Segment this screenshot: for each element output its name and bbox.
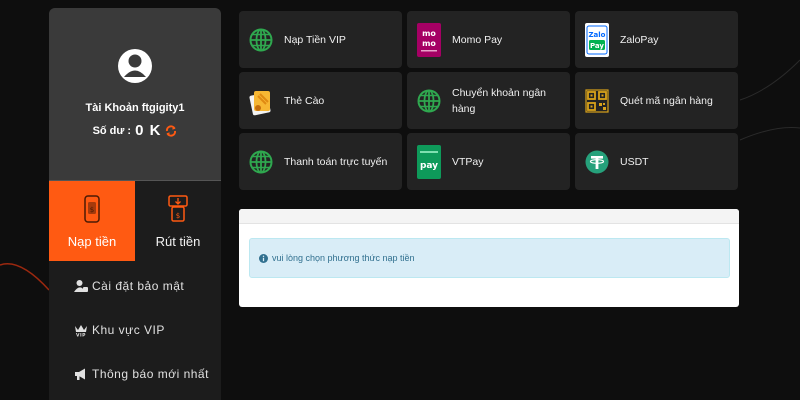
svg-text:mo: mo (422, 39, 436, 48)
payment-vtpay[interactable]: pay VTPay (407, 133, 570, 190)
globe-icon (249, 28, 273, 51)
deposit-tab-label: Nạp tiền (67, 234, 117, 249)
deposit-withdraw-tabs: $ Nạp tiền $ Rút tiền (49, 180, 221, 261)
menu-item-notifications-label: Thông báo mới nhất (92, 367, 209, 381)
svg-text:$: $ (176, 212, 180, 220)
payment-momo-label: Momo Pay (452, 33, 503, 46)
menu-item-vip-label: Khu vực VIP (92, 323, 165, 337)
payment-bank-transfer[interactable]: Chuyển khoản ngân hàng (407, 72, 570, 129)
payment-bank-qr[interactable]: Quét mã ngân hàng (575, 72, 738, 129)
tether-icon (585, 150, 609, 173)
withdraw-tab-label: Rút tiền (155, 234, 201, 249)
menu-item-security-label: Cài đặt bảo mật (92, 279, 185, 293)
globe-icon (249, 150, 273, 173)
sidebar-menu: Cài đặt bảo mật VIP Khu vực VIP Thông bá… (49, 260, 221, 396)
payment-vip-label: Nạp Tiền VIP (284, 33, 346, 46)
svg-text:Zalo: Zalo (588, 31, 605, 39)
svg-text:mo: mo (422, 29, 436, 38)
menu-item-notifications[interactable]: Thông báo mới nhất (49, 352, 221, 396)
svg-text:Pay: Pay (590, 42, 604, 50)
vip-crown-icon: VIP (75, 325, 87, 338)
payment-online[interactable]: Thanh toán trực tuyến (239, 133, 402, 190)
payment-vtpay-label: VTPay (452, 155, 484, 168)
svg-text:VIP: VIP (76, 333, 86, 338)
payment-online-label: Thanh toán trực tuyến (284, 155, 388, 168)
balance-value: 0 K (135, 122, 162, 139)
refresh-icon[interactable] (165, 124, 177, 137)
withdraw-tab[interactable]: $ Rút tiền (135, 181, 221, 261)
scratch-card-icon (249, 90, 271, 115)
payment-methods-grid: Nạp Tiền VIP mo mo Momo Pay Zalo Pay Zal… (239, 11, 739, 190)
info-alert: vui lòng chọn phương thức nạp tiền (249, 238, 730, 278)
svg-text:$: $ (90, 206, 94, 214)
sidebar: Tài Khoản ftgigity1 Số dư : 0 K $ Nạp ti… (49, 8, 221, 400)
payment-bank-qr-label: Quét mã ngân hàng (620, 94, 713, 107)
vtpay-icon: pay (417, 144, 441, 179)
user-lock-icon (74, 280, 88, 292)
payment-zalopay[interactable]: Zalo Pay ZaloPay (575, 11, 738, 68)
account-name: Tài Khoản ftgigity1 (85, 102, 185, 114)
info-circle-icon (259, 253, 268, 263)
payment-bank-transfer-label: Chuyển khoản ngân hàng (452, 86, 546, 115)
panel-header (239, 209, 739, 224)
alert-text: vui lòng chọn phương thức nạp tiền (272, 253, 415, 263)
megaphone-icon (75, 368, 85, 380)
svg-text:pay: pay (420, 161, 438, 171)
menu-item-security[interactable]: Cài đặt bảo mật (49, 264, 221, 308)
payment-zalopay-label: ZaloPay (620, 33, 659, 46)
payment-usdt[interactable]: USDT (575, 133, 738, 190)
payment-vip[interactable]: Nạp Tiền VIP (239, 11, 402, 68)
withdraw-icon: $ (168, 195, 188, 222)
globe-icon (417, 89, 441, 112)
payment-scratch-card-label: Thẻ Cào (284, 94, 325, 107)
menu-item-vip[interactable]: VIP Khu vực VIP (49, 308, 221, 352)
avatar (118, 49, 152, 83)
profile-card: Tài Khoản ftgigity1 Số dư : 0 K (49, 8, 221, 180)
payment-momo[interactable]: mo mo Momo Pay (407, 11, 570, 68)
payment-usdt-label: USDT (620, 155, 649, 168)
deposit-icon: $ (84, 195, 100, 223)
payment-scratch-card[interactable]: Thẻ Cào (239, 72, 402, 129)
balance-label: Số dư : (92, 124, 132, 137)
balance-row: Số dư : 0 K (93, 122, 178, 139)
qr-code-icon (585, 88, 609, 113)
deposit-tab[interactable]: $ Nạp tiền (49, 181, 135, 261)
zalopay-icon: Zalo Pay (585, 22, 609, 57)
momo-icon: mo mo (417, 22, 441, 57)
deposit-info-panel: vui lòng chọn phương thức nạp tiền (239, 209, 739, 307)
